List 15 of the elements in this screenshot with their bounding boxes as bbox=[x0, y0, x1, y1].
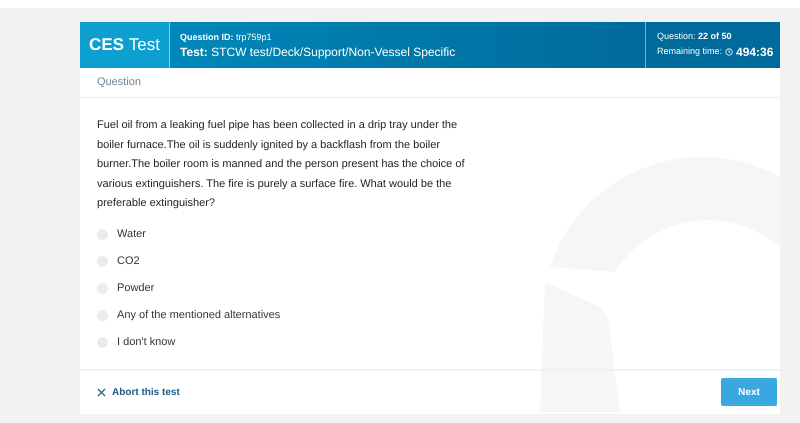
answer-option[interactable]: Any of the mentioned alternatives bbox=[97, 306, 780, 324]
clock-icon bbox=[725, 48, 734, 56]
remaining-time: 494:36 bbox=[736, 44, 774, 61]
answer-option[interactable]: Powder bbox=[97, 280, 780, 296]
answer-option[interactable]: CO2 bbox=[97, 252, 780, 270]
answer-option[interactable]: I don't know bbox=[97, 334, 780, 350]
time-label: Remaining time: bbox=[657, 45, 722, 58]
abort-link[interactable]: Abort this test bbox=[97, 384, 180, 400]
question-text: Fuel oil from a leaking fuel pipe has been collected in a drip tray under the boiler furnace.The oil is suddenly ignited by a backflash from the boiler burner.The boiler room is manned and the person present has the choice of various extinguishers. The fire is purely a surface fire. What would be the preferable extinguisher? bbox=[97, 118, 466, 211]
test-path: Test: STCW test/Deck/Support/Non-Vessel Specific bbox=[180, 44, 456, 60]
question-id: Question ID: trp759p1 bbox=[180, 30, 273, 44]
close-icon bbox=[97, 388, 106, 396]
section-title: Question bbox=[97, 75, 142, 90]
answer-option[interactable]: Water bbox=[97, 226, 780, 242]
brand-logo: CES Test bbox=[80, 22, 170, 68]
